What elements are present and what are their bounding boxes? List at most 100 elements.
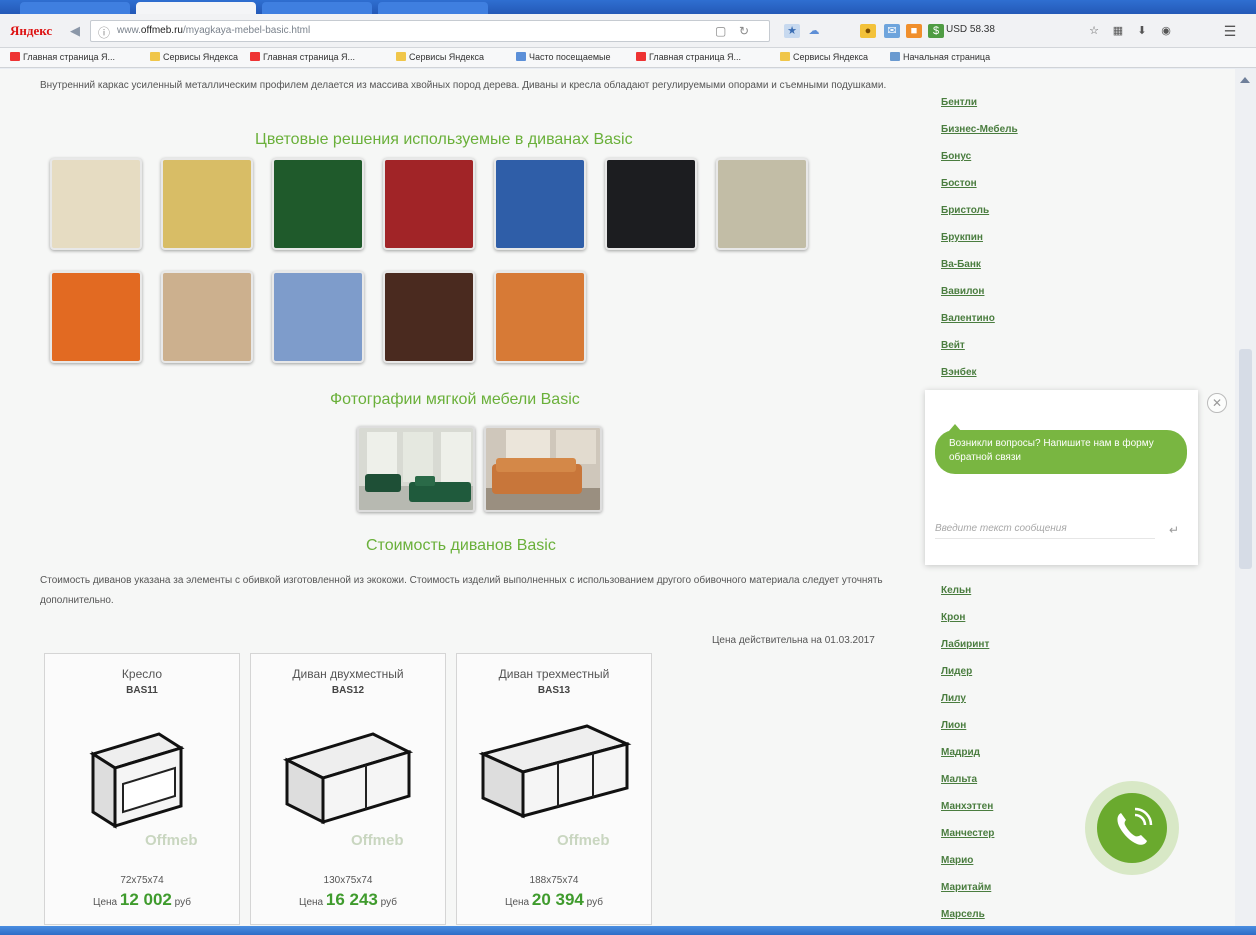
color-swatch[interactable]: [272, 271, 364, 363]
star-icon[interactable]: ☆: [1086, 24, 1102, 38]
bookmark-item[interactable]: Сервисы Яндекса: [150, 52, 238, 62]
info-icon[interactable]: ⓘ: [98, 24, 110, 41]
mail-icon[interactable]: ✉: [884, 24, 900, 38]
bookmark-item[interactable]: Главная страница Я...: [250, 52, 355, 62]
chat-widget: Возникли вопросы? Напишите нам в форму о…: [925, 390, 1198, 565]
chat-message: Возникли вопросы? Напишите нам в форму о…: [935, 430, 1187, 474]
photo-thumbnail[interactable]: [357, 426, 475, 512]
grid-icon: [516, 52, 526, 61]
notes-icon[interactable]: ■: [906, 24, 922, 38]
color-swatch[interactable]: [161, 271, 253, 363]
product-name: Диван трехместный: [498, 667, 610, 681]
price-validity: Цена действительна на 01.03.2017: [712, 635, 875, 646]
color-swatch[interactable]: [272, 158, 364, 250]
color-swatch[interactable]: [494, 271, 586, 363]
brand-link[interactable]: Мальта: [941, 774, 977, 785]
reload-icon[interactable]: ↻: [739, 24, 749, 38]
brand-link[interactable]: Бизнес-Мебель: [941, 124, 1018, 135]
brand-link[interactable]: Лион: [941, 720, 966, 731]
bookmark-item[interactable]: Главная страница Я...: [10, 52, 115, 62]
product-card[interactable]: Диван двухместный BAS12 Offmeb 130х75х74…: [250, 653, 446, 925]
url-text: www.offmeb.ru/myagkaya-mebel-basic.html: [117, 25, 311, 36]
currency-icon[interactable]: $: [928, 24, 944, 38]
product-dimensions: 188х75х74: [529, 875, 579, 886]
color-swatch[interactable]: [605, 158, 697, 250]
bookmarks-icon[interactable]: ★: [784, 24, 800, 38]
folder-icon: [780, 52, 790, 61]
color-swatch[interactable]: [494, 158, 586, 250]
brand-link[interactable]: Кельн: [941, 585, 971, 596]
color-swatch[interactable]: [50, 158, 142, 250]
brand-link[interactable]: Марио: [941, 855, 973, 866]
brand-link[interactable]: Вавилон: [941, 286, 984, 297]
reader-icon[interactable]: ▢: [715, 24, 726, 38]
brand-link[interactable]: Бонус: [941, 151, 971, 162]
back-icon[interactable]: ◀: [66, 22, 84, 40]
intro-text: Внутренний каркас усиленный металлически…: [40, 80, 887, 91]
bookmark-item[interactable]: Сервисы Яндекса: [396, 52, 484, 62]
pocket-icon[interactable]: ◉: [1158, 24, 1174, 38]
product-price: Цена 16 243 руб: [299, 890, 397, 909]
browser-tab-active[interactable]: [136, 2, 256, 14]
brand-link[interactable]: Бостон: [941, 178, 977, 189]
scrollbar[interactable]: [1235, 69, 1256, 926]
yandex-logo[interactable]: Яндекс: [10, 23, 52, 39]
brand-link[interactable]: Вэнбек: [941, 367, 977, 378]
brand-link[interactable]: Лабиринт: [941, 639, 989, 650]
download-icon[interactable]: ⬇: [1134, 24, 1150, 38]
scroll-up-icon[interactable]: [1240, 77, 1250, 83]
color-swatch[interactable]: [383, 271, 475, 363]
colors-title: Цветовые решения используемые в диванах …: [255, 131, 633, 148]
brand-link[interactable]: Бристоль: [941, 205, 989, 216]
brand-link[interactable]: Ва-Банк: [941, 259, 981, 270]
send-icon[interactable]: ↵: [1169, 523, 1179, 537]
cost-title: Стоимость диванов Basic: [366, 537, 556, 554]
browser-tab[interactable]: [262, 2, 372, 14]
menu-icon[interactable]: ☰: [1222, 24, 1238, 38]
chat-input[interactable]: Введите текст сообщения: [935, 523, 1155, 539]
brand-link[interactable]: Лилу: [941, 693, 966, 704]
close-icon[interactable]: ✕: [1207, 393, 1227, 413]
product-code: BAS11: [126, 685, 158, 696]
photo-thumbnail[interactable]: [484, 426, 602, 512]
extension-icon[interactable]: ●: [860, 24, 876, 38]
bookmark-item[interactable]: Сервисы Яндекса: [780, 52, 868, 62]
brand-link[interactable]: Валентино: [941, 313, 995, 324]
brand-link[interactable]: Манчестер: [941, 828, 994, 839]
brand-link[interactable]: Лидер: [941, 666, 972, 677]
phone-icon: [1117, 807, 1153, 845]
color-swatch[interactable]: [161, 158, 253, 250]
color-swatch[interactable]: [383, 158, 475, 250]
brand-link[interactable]: Вейт: [941, 340, 965, 351]
browser-toolbar: Яндекс ◀ ⓘ www.offmeb.ru/myagkaya-mebel-…: [0, 14, 1256, 48]
browser-tab[interactable]: [378, 2, 488, 14]
library-icon[interactable]: ▦: [1110, 24, 1126, 38]
product-price: Цена 20 394 руб: [505, 890, 603, 909]
product-price: Цена 12 002 руб: [93, 890, 191, 909]
scroll-thumb[interactable]: [1239, 349, 1252, 569]
currency-rate[interactable]: USD 58.38: [946, 24, 995, 35]
phone-button-core[interactable]: [1097, 793, 1167, 863]
color-swatch[interactable]: [716, 158, 808, 250]
bookmark-item[interactable]: Часто посещаемые: [516, 52, 611, 62]
color-swatch[interactable]: [50, 271, 142, 363]
brand-link[interactable]: Маритайм: [941, 882, 991, 893]
weather-icon[interactable]: ☁: [806, 24, 822, 38]
bookmarks-bar: Главная страница Я... Сервисы Яндекса Гл…: [0, 48, 1256, 68]
brand-link[interactable]: Брукпин: [941, 232, 983, 243]
browser-tab[interactable]: [20, 2, 130, 14]
callback-button[interactable]: [1085, 781, 1179, 875]
product-card[interactable]: Кресло BAS11 Offmeb 72х75х74 Цена 12 002…: [44, 653, 240, 925]
product-card[interactable]: Диван трехместный BAS13 Offmeb 188х75х74…: [456, 653, 652, 925]
brand-link[interactable]: Крон: [941, 612, 965, 623]
two-seat-sofa-image: [282, 732, 414, 825]
bookmark-item[interactable]: Главная страница Я...: [636, 52, 741, 62]
brand-link[interactable]: Манхэттен: [941, 801, 993, 812]
address-bar[interactable]: ⓘ www.offmeb.ru/myagkaya-mebel-basic.htm…: [90, 20, 770, 42]
bookmark-item[interactable]: Начальная страница: [890, 52, 990, 62]
folder-icon: [396, 52, 406, 61]
product-name: Кресло: [121, 667, 163, 681]
brand-link[interactable]: Бентли: [941, 97, 977, 108]
brand-link[interactable]: Мадрид: [941, 747, 980, 758]
brand-link[interactable]: Марсель: [941, 909, 985, 920]
